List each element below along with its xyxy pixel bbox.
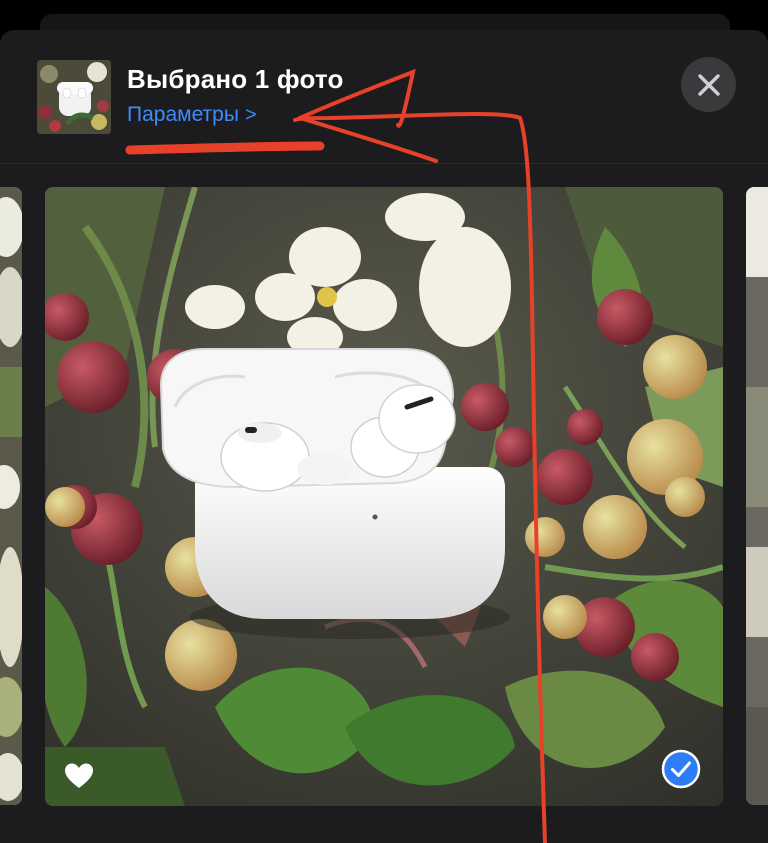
previous-photo-image	[0, 187, 22, 805]
options-link[interactable]: Параметры >	[127, 103, 257, 127]
thumbnail-image	[37, 60, 111, 134]
chevron-right-icon: >	[244, 104, 257, 126]
selected-checkmark-button[interactable]	[661, 749, 701, 789]
header-divider	[0, 163, 768, 164]
options-link-label: Параметры	[127, 103, 239, 126]
checkmark-circle-icon	[661, 749, 701, 789]
selection-title: Выбрано 1 фото	[127, 64, 344, 94]
close-icon	[697, 73, 720, 96]
next-photo-peek[interactable]	[746, 187, 768, 805]
close-button[interactable]	[681, 57, 736, 112]
heart-icon[interactable]	[64, 762, 94, 790]
airpods-photo-image	[45, 187, 723, 806]
next-photo-image	[746, 187, 768, 805]
heart-glyph	[65, 763, 93, 788]
selected-photo-thumbnail	[37, 60, 111, 134]
current-photo[interactable]	[45, 187, 723, 806]
previous-photo-peek[interactable]	[0, 187, 22, 805]
